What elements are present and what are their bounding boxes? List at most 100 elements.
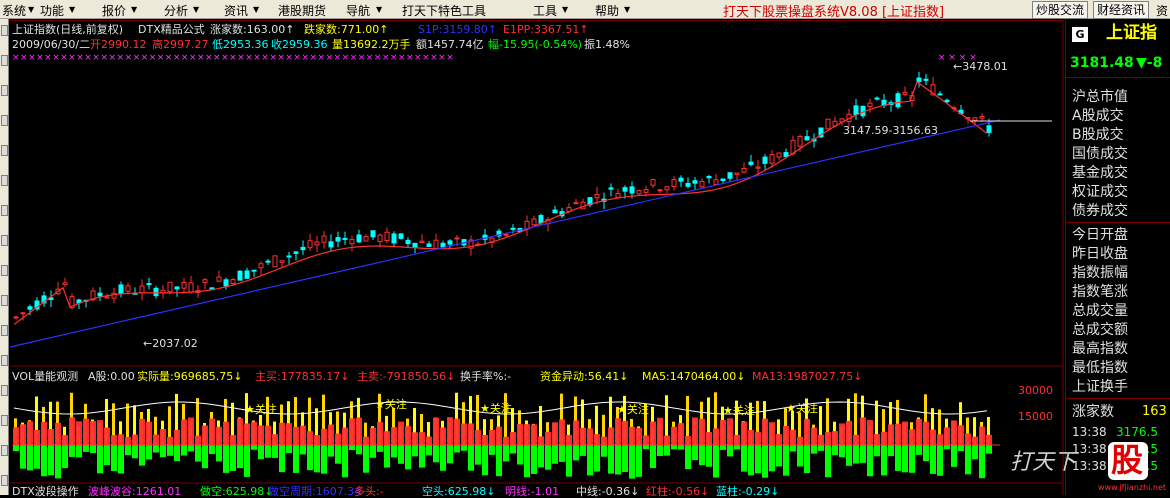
candle-body [972,117,978,121]
candle-body [146,283,152,286]
candle-body [440,242,446,248]
volume-red-bar [762,418,768,445]
volume-green-bar [685,445,691,470]
chart-canvas[interactable] [0,0,1170,495]
volume-green-bar [440,445,446,471]
candle-body [573,202,579,205]
candle-body [244,270,250,279]
volume-green-bar [615,445,621,475]
candle-body [335,237,341,242]
volume-red-bar [888,424,894,445]
volume-red-bar [356,417,362,445]
candle-body [125,285,131,292]
volume-green-bar [755,445,761,474]
dtx-wave: 波峰波谷:1261.01 [88,485,182,498]
volume-green-bar [881,445,887,476]
vol-main-sell: 主卖:-791850.56↓ [357,370,456,383]
candle-body [594,194,600,199]
volume-green-bar [265,445,271,458]
candle-body [664,186,670,191]
focus-marker: ★关注 [375,398,407,411]
candle-body [734,172,740,175]
divider [1066,398,1170,399]
volume-red-bar [244,423,250,445]
candle-body [202,279,208,284]
label-prev-close: 昨日收盘 [1072,246,1128,262]
market-badge: G [1072,27,1088,42]
volume-red-bar [755,431,761,445]
volume-green-bar [377,445,383,452]
volume-green-bar [293,445,299,473]
volume-green-bar [741,445,747,472]
volume-red-bar [482,434,488,445]
volume-green-bar [482,445,488,476]
candle-body [104,296,110,299]
volume-red-bar [475,430,481,445]
volume-red-bar [237,418,243,445]
label-amplitude: 指数振幅 [1072,265,1128,281]
volume-red-bar [860,417,866,445]
volume-red-bar [720,420,726,445]
volume-red-bar [293,426,299,445]
volume-red-bar [608,427,614,445]
candle-body [853,105,859,116]
volume-red-bar [748,429,754,445]
candle-body [608,187,614,190]
volume-green-bar [538,445,544,468]
volume-red-bar [398,421,404,445]
volume-red-bar [713,428,719,445]
volume-red-bar [979,426,985,445]
candle-body [454,237,460,240]
volume-red-bar [300,425,306,445]
dtx-mid: 中线:-0.36↓ [576,485,640,498]
volume-red-bar [727,418,733,445]
volume-green-bar [496,445,502,477]
candle-body [650,179,656,186]
candle-body [153,287,159,297]
volume-green-bar [972,445,978,460]
candle-body [678,177,684,182]
volume-green-bar [202,445,208,469]
volume-red-bar [769,422,775,445]
candle-body [265,260,271,263]
volume-red-bar [510,432,516,445]
volume-green-bar [27,445,33,471]
volume-green-bar [678,445,684,450]
volume-red-bar [412,432,418,445]
watermark-logo-glyph: 股 [1111,441,1144,479]
panel-border [10,20,1063,21]
volume-red-bar [34,429,40,445]
candle-body [62,282,68,286]
volume-green-bar [860,445,866,463]
vol-y-tick: 30000 [1018,384,1053,397]
volume-green-bar [349,445,355,451]
volume-green-bar [209,445,215,455]
label-open: 今日开盘 [1072,227,1128,243]
vol-title: VOL量能观测 [12,370,79,383]
watermark-url: www.jfjianzhi.net [1098,483,1167,492]
volume-red-bar [405,426,411,445]
volume-red-bar [657,417,663,445]
volume-green-bar [69,445,75,457]
volume-green-bar [986,445,992,454]
candle-body [615,192,621,198]
volume-green-bar [223,445,229,473]
volume-red-bar [517,423,523,445]
candle-body [538,215,544,224]
volume-red-bar [776,434,782,445]
volume-green-bar [419,445,425,468]
volume-green-bar [720,445,726,450]
volume-red-bar [930,429,936,445]
candle-body [804,136,810,141]
watermark-text: 打天下 [1010,450,1077,475]
volume-green-bar [692,445,698,461]
volume-red-bar [153,434,159,445]
volume-red-bar [965,433,971,445]
trend-line-blue [9,119,1001,348]
volume-green-bar [566,445,572,477]
volume-green-bar [328,445,334,457]
volume-red-bar [986,434,992,445]
volume-red-bar [321,428,327,445]
dtx-short: 做空:625.98↓ [200,485,274,498]
volume-green-bar [132,445,138,459]
